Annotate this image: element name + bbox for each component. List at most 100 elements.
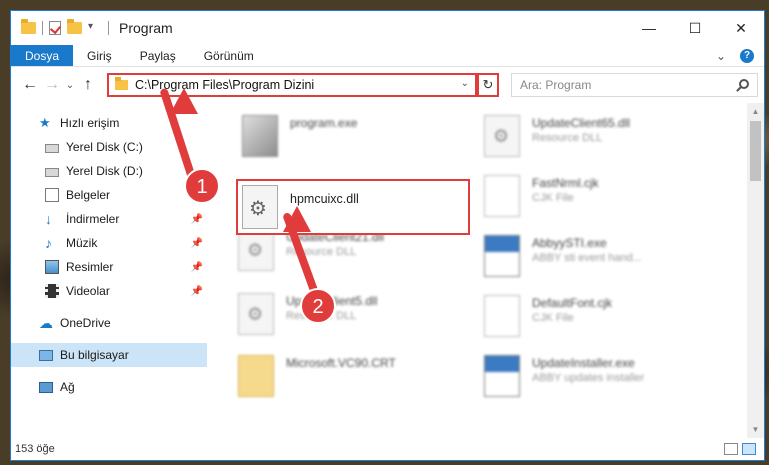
list-item[interactable]: program.exe <box>242 115 482 163</box>
search-input[interactable]: Ara: Program <box>511 73 758 97</box>
address-row: ← → ⌄ ↑ C:\Program Files\Program Dizini … <box>11 67 764 103</box>
annotation-arrowhead-1 <box>170 88 198 114</box>
list-item[interactable]: UpdateClient5.dll Resource DLL <box>238 293 478 341</box>
file-name: UpdateClient65.dll <box>532 116 631 130</box>
sidebar-item-label: Yerel Disk (C:) <box>66 140 143 154</box>
music-icon: ♪ <box>45 235 52 251</box>
sidebar-item-documents[interactable]: Belgeler 📌 <box>11 183 207 207</box>
pin-icon[interactable]: 📌 <box>191 262 203 273</box>
computer-icon <box>39 349 53 361</box>
help-icon[interactable]: ? <box>740 48 754 63</box>
download-icon: ↓ <box>45 211 52 227</box>
customize-toolbar-icon[interactable]: ▾ <box>88 21 102 35</box>
dll-icon <box>484 115 520 157</box>
sidebar-item-this-pc[interactable]: Bu bilgisayar <box>11 343 207 367</box>
pin-icon[interactable]: 📌 <box>191 214 203 225</box>
file-name: hpmcuixc.dll <box>290 192 359 206</box>
details-view-icon[interactable] <box>724 443 738 455</box>
item-count: 153 öğe <box>15 443 55 455</box>
file-icon <box>484 175 520 217</box>
scroll-thumb[interactable] <box>750 121 761 181</box>
sidebar-item-music[interactable]: ♪ Müzik 📌 <box>11 231 207 255</box>
sidebar-item-onedrive[interactable]: ☁ OneDrive <box>11 311 207 335</box>
main-area: ★ Hızlı erişim Yerel Disk (C:) Yerel Dis… <box>11 103 764 438</box>
up-button[interactable]: ↑ <box>77 76 99 94</box>
step-2-badge: 2 <box>300 288 336 324</box>
refresh-button[interactable]: ↻ <box>477 73 499 97</box>
search-icon[interactable] <box>739 79 749 89</box>
file-icon <box>484 295 520 337</box>
list-item[interactable]: UpdateInstaller.exe ABBY updates install… <box>484 355 724 403</box>
quick-access-toolbar: ▾ <box>21 19 109 35</box>
list-item[interactable]: Microsoft.VC90.CRT <box>238 355 478 403</box>
tab-view[interactable]: Görünüm <box>190 45 268 66</box>
network-icon <box>39 381 53 393</box>
title-bar: ▾ Program — ☐ ✕ <box>11 11 764 45</box>
new-folder-icon[interactable] <box>67 19 82 34</box>
divider <box>108 21 109 35</box>
sidebar-item-label: Yerel Disk (D:) <box>66 164 143 178</box>
maximize-button[interactable]: ☐ <box>672 11 718 45</box>
address-dropdown-icon[interactable]: ⌄ <box>461 78 469 89</box>
ribbon-right: ⌄ ? <box>716 45 764 66</box>
close-button[interactable]: ✕ <box>718 11 764 45</box>
exe-icon <box>484 235 520 277</box>
sidebar-item-label: OneDrive <box>60 316 111 330</box>
file-explorer-window: ▾ Program — ☐ ✕ Dosya Giriş Paylaş Görün… <box>10 10 765 461</box>
exe-icon <box>484 355 520 397</box>
file-type: ABBY sti event hand... <box>532 252 642 264</box>
sidebar-item-label: Resimler <box>66 260 114 274</box>
vertical-scrollbar[interactable]: ▲ ▼ <box>747 103 764 438</box>
tab-home[interactable]: Giriş <box>73 45 126 66</box>
pictures-icon <box>45 260 59 274</box>
annotation-arrowhead-2 <box>283 206 311 232</box>
sidebar-item-label: Hızlı erişim <box>60 116 120 130</box>
back-button[interactable]: ← <box>19 76 41 94</box>
minimize-button[interactable]: — <box>626 11 672 45</box>
highlighted-file[interactable]: hpmcuixc.dll <box>236 179 470 235</box>
file-type: CJK File <box>532 192 574 204</box>
dll-icon <box>238 229 274 271</box>
documents-icon <box>45 188 59 202</box>
sidebar-item-pictures[interactable]: Resimler 📌 <box>11 255 207 279</box>
recent-locations-button[interactable]: ⌄ <box>63 80 77 91</box>
scroll-up-icon[interactable]: ▲ <box>747 103 764 120</box>
sidebar-item-downloads[interactable]: ↓ İndirmeler 📌 <box>11 207 207 231</box>
window-title: Program <box>119 20 173 36</box>
folder-icon <box>238 355 274 397</box>
folder-icon <box>115 77 128 90</box>
scroll-down-icon[interactable]: ▼ <box>747 421 764 438</box>
cloud-icon: ☁ <box>39 315 53 331</box>
tab-share[interactable]: Paylaş <box>126 45 190 66</box>
window-controls: — ☐ ✕ <box>626 11 764 45</box>
view-switcher <box>724 443 764 455</box>
file-name: FastNrml.cjk <box>532 176 599 190</box>
list-item[interactable]: FastNrml.cjk CJK File <box>484 175 724 223</box>
tab-file[interactable]: Dosya <box>11 45 74 66</box>
exe-icon <box>242 115 278 157</box>
file-type: CJK File <box>532 312 574 324</box>
list-item[interactable]: AbbyySTI.exe ABBY sti event hand... <box>484 235 724 283</box>
list-item[interactable]: DefaultFont.cjk CJK File <box>484 295 724 343</box>
file-type: Resource DLL <box>532 132 603 144</box>
pin-icon[interactable]: 📌 <box>191 238 203 249</box>
sidebar-item-disk-d[interactable]: Yerel Disk (D:) <box>11 159 207 183</box>
disk-icon <box>45 144 59 153</box>
file-name: UpdateInstaller.exe <box>532 356 635 370</box>
list-item[interactable]: UpdateClient21.dll Resource DLL <box>238 229 478 277</box>
sidebar-item-network[interactable]: Ağ <box>11 375 207 399</box>
tiles-view-icon[interactable] <box>742 443 756 455</box>
sidebar-item-videos[interactable]: Videolar 📌 <box>11 279 207 303</box>
file-name: program.exe <box>290 116 358 130</box>
pin-icon[interactable]: 📌 <box>191 286 203 297</box>
divider <box>42 21 43 35</box>
disk-icon <box>45 168 59 177</box>
status-bar: 153 öğe <box>11 438 764 460</box>
list-item[interactable]: UpdateClient65.dll Resource DLL <box>484 115 724 163</box>
file-name: DefaultFont.cjk <box>532 296 613 310</box>
properties-icon[interactable] <box>49 21 61 35</box>
expand-ribbon-icon[interactable]: ⌄ <box>716 49 726 63</box>
forward-button[interactable]: → <box>41 76 63 94</box>
